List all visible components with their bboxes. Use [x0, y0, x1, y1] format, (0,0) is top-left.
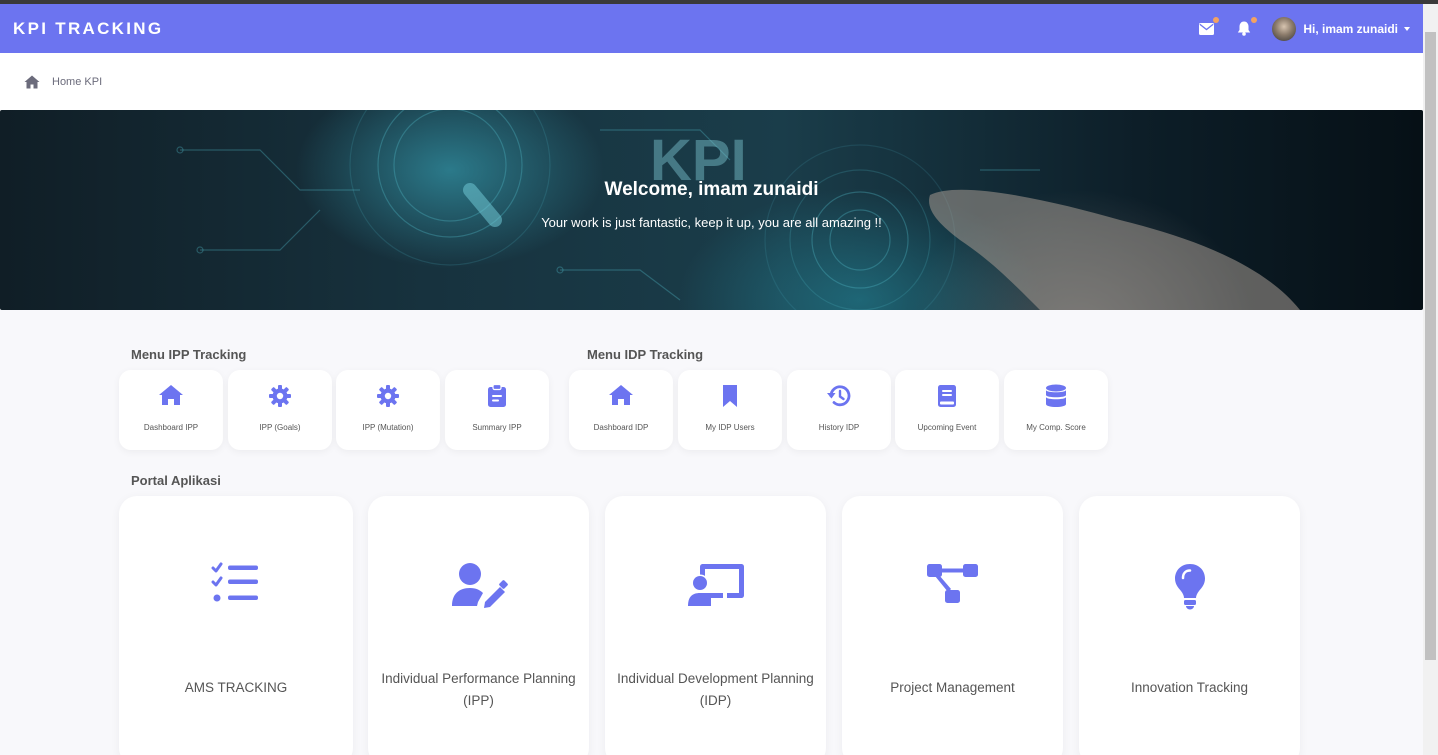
menu-history-idp[interactable]: History IDP [787, 370, 891, 450]
top-navbar: KPI TRACKING Hi, imam zunaidi [0, 4, 1423, 53]
database-icon [1046, 384, 1066, 407]
project-diagram-icon [926, 564, 978, 603]
portal-ams-tracking[interactable]: AMS TRACKING [119, 496, 353, 755]
menu-item-label: My IDP Users [705, 423, 755, 432]
brand-title[interactable]: KPI TRACKING [13, 19, 163, 39]
idp-menu-title: Menu IDP Tracking [587, 347, 704, 362]
menu-item-label: History IDP [818, 423, 860, 432]
messages-button[interactable] [1196, 16, 1220, 39]
gear-icon [377, 385, 399, 407]
portal-item-label: Project Management [890, 680, 1015, 695]
scrollbar-thumb[interactable] [1425, 32, 1436, 660]
bookmark-icon [723, 385, 737, 407]
welcome-subtitle: Your work is just fantastic, keep it up,… [541, 215, 882, 230]
menu-ipp-goals[interactable]: IPP (Goals) [228, 370, 332, 450]
notifications-button[interactable] [1234, 16, 1258, 39]
home-icon [609, 385, 633, 405]
portal-individual-performance-planning[interactable]: Individual Performance Planning (IPP) [368, 496, 589, 755]
avatar [1272, 16, 1297, 41]
home-icon [159, 385, 183, 405]
menu-item-label: Summary IPP [472, 423, 522, 432]
portal-item-label: AMS TRACKING [184, 680, 288, 695]
menu-item-label: Upcoming Event [917, 423, 977, 432]
menu-my-idp-users[interactable]: My IDP Users [678, 370, 782, 450]
tasks-list-icon [211, 562, 258, 602]
history-icon [827, 385, 851, 407]
portal-innovation-tracking[interactable]: Innovation Tracking [1079, 496, 1300, 755]
portal-item-label: Individual Development Planning (IDP) [617, 671, 814, 708]
envelope-icon [1198, 22, 1214, 35]
menu-item-label: IPP (Goals) [259, 423, 301, 432]
notification-dot [1213, 16, 1220, 23]
banner-illustration: KPI [176, 110, 1300, 310]
welcome-banner: KPI Welcome, imam zunaidi Your work is j… [0, 110, 1423, 310]
menu-dashboard-idp[interactable]: Dashboard IDP [569, 370, 673, 450]
home-icon[interactable] [24, 75, 40, 89]
menu-item-label: Dashboard IDP [593, 423, 649, 432]
menu-item-label: IPP (Mutation) [362, 423, 414, 432]
portal-item-label: Individual Performance Planning (IPP) [381, 671, 576, 708]
menu-summary-ipp[interactable]: Summary IPP [445, 370, 549, 450]
portal-item-label: Innovation Tracking [1130, 680, 1249, 695]
page-scrollbar[interactable] [1423, 4, 1438, 755]
navbar-actions: Hi, imam zunaidi [1196, 16, 1410, 41]
menu-my-comp-score[interactable]: My Comp. Score [1004, 370, 1108, 450]
welcome-title: Welcome, imam zunaidi [604, 179, 819, 200]
gear-icon [269, 385, 291, 407]
menu-item-label: My Comp. Score [1026, 423, 1086, 432]
lightbulb-icon [1174, 564, 1205, 610]
menu-upcoming-event[interactable]: Upcoming Event [895, 370, 999, 450]
chevron-down-icon [1404, 26, 1410, 31]
chalkboard-teacher-icon [687, 564, 744, 606]
book-icon [938, 385, 956, 407]
menu-ipp-mutation[interactable]: IPP (Mutation) [336, 370, 440, 450]
menu-item-label: Dashboard IPP [143, 423, 199, 432]
portal-title: Portal Aplikasi [131, 473, 221, 488]
notification-dot [1251, 16, 1258, 23]
user-edit-icon [451, 563, 508, 608]
menu-dashboard-ipp[interactable]: Dashboard IPP [119, 370, 223, 450]
clipboard-icon [488, 384, 506, 407]
breadcrumb-item-home-kpi[interactable]: Home KPI [52, 76, 102, 88]
portal-project-management[interactable]: Project Management [842, 496, 1063, 755]
user-greeting: Hi, imam zunaidi [1303, 21, 1398, 36]
portal-individual-development-planning[interactable]: Individual Development Planning (IDP) [605, 496, 826, 755]
ipp-menu-title: Menu IPP Tracking [131, 347, 247, 362]
user-menu[interactable]: Hi, imam zunaidi [1272, 16, 1410, 41]
breadcrumb: Home KPI [0, 53, 1423, 110]
bell-icon [1238, 21, 1251, 36]
